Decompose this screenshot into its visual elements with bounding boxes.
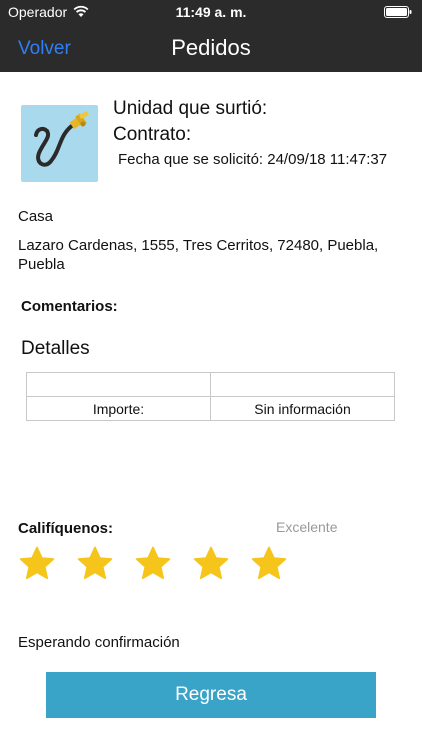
contract-label: Contrato:	[113, 124, 192, 145]
table-row	[26, 372, 395, 397]
address-type: Casa	[18, 208, 54, 225]
order-status-text: Esperando confirmación	[18, 634, 180, 651]
star-icon[interactable]	[134, 545, 172, 583]
rating-stars	[18, 545, 308, 587]
star-icon[interactable]	[192, 545, 230, 583]
regresa-button[interactable]: Regresa	[46, 672, 376, 718]
request-date-label: Fecha que se solicitó:	[118, 151, 264, 168]
details-table: Importe: Sin información	[26, 372, 395, 421]
amount-label-cell: Importe:	[26, 396, 211, 421]
request-date: Fecha que se solicitó: 24/09/18 11:47:37	[118, 151, 387, 168]
details-title: Detalles	[21, 338, 90, 359]
table-row: Importe: Sin información	[26, 396, 395, 421]
amount-value-cell: Sin información	[210, 396, 395, 421]
request-date-value: 24/09/18 11:47:37	[267, 151, 388, 168]
star-icon[interactable]	[76, 545, 114, 583]
gas-hose-icon	[34, 111, 89, 167]
star-icon[interactable]	[18, 545, 56, 583]
detail-label-cell	[26, 372, 211, 397]
detail-value-cell	[210, 372, 395, 397]
clock: 11:49 a. m.	[175, 4, 247, 20]
address-line: Lazaro Cardenas, 1555, Tres Cerritos, 72…	[18, 237, 379, 273]
rate-label: Califíquenos:	[18, 520, 114, 537]
star-icon[interactable]	[250, 545, 288, 583]
gas-hose-image	[21, 105, 98, 182]
rating-caption: Excelente	[276, 519, 338, 535]
battery-icon	[384, 6, 412, 18]
navigation-bar: Volver Pedidos	[0, 24, 422, 72]
status-bar: Operador 11:49 a. m.	[0, 0, 422, 24]
unit-label: Unidad que surtió:	[113, 98, 268, 119]
comments-label: Comentarios:	[21, 298, 118, 315]
page-title: Pedidos	[171, 35, 251, 60]
